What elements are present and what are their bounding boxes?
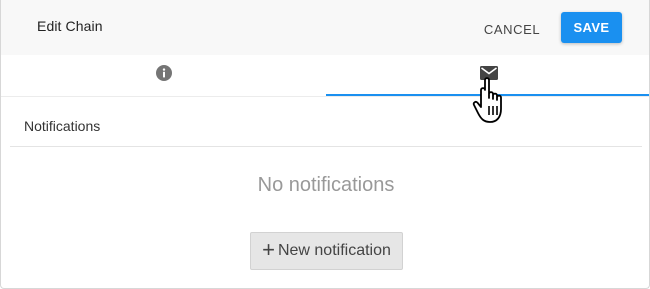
tab-info[interactable] [1, 55, 326, 97]
divider [10, 146, 642, 147]
new-notification-label: New notification [277, 242, 391, 259]
empty-state-text: No notifications [257, 174, 395, 196]
dialog-title: Edit Chain [37, 18, 103, 34]
cancel-button[interactable]: CANCEL [478, 15, 546, 43]
save-button[interactable]: SAVE [561, 12, 622, 43]
info-icon [155, 64, 172, 86]
tab-notifications[interactable] [326, 55, 649, 97]
new-notification-button[interactable]: + New notification [250, 232, 403, 270]
dialog-header: Edit Chain CANCEL SAVE [1, 0, 649, 55]
envelope-icon [479, 65, 498, 85]
tab-bar [1, 55, 649, 97]
plus-icon: + [262, 237, 275, 262]
edit-chain-dialog: Edit Chain CANCEL SAVE Notifications No … [0, 0, 650, 289]
notifications-heading: Notifications [24, 118, 101, 134]
